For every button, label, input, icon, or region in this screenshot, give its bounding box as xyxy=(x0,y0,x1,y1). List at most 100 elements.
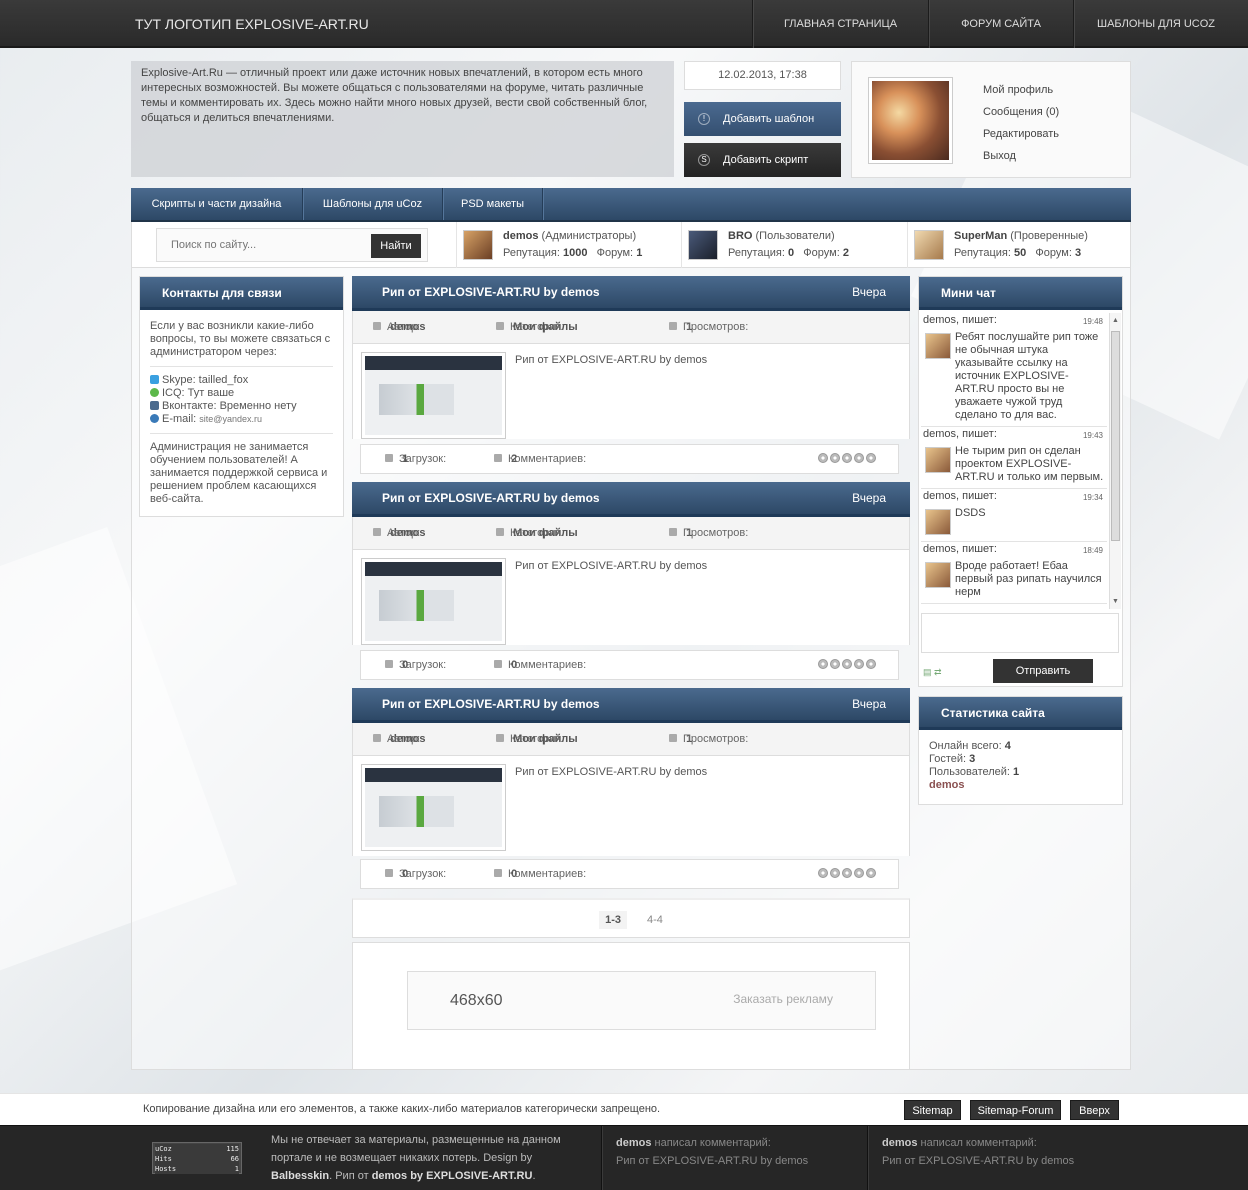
chat-author[interactable]: demos, пишет: xyxy=(921,542,1107,556)
nav-psd[interactable]: PSD макеты xyxy=(443,188,543,220)
top-nav: ГЛАВНАЯ СТРАНИЦА ФОРУМ САЙТА ШАБЛОНЫ ДЛЯ… xyxy=(752,0,1248,48)
nav-ucoz-templates[interactable]: Шаблоны для uCoz xyxy=(303,188,443,220)
chat-message: demos, пишет: 18:49 Вроде работает! Ебаа… xyxy=(921,542,1107,604)
chat-time: 19:43 xyxy=(1082,431,1103,440)
views-label: Просмотров: xyxy=(683,527,749,539)
post-thumbnail[interactable] xyxy=(361,352,506,439)
copyright-text: Копирование дизайна или его элементов, а… xyxy=(143,1103,661,1115)
footer-disclaimer: Мы не отвечает за материалы, размещенные… xyxy=(271,1131,591,1185)
ad-size: 468x60 xyxy=(450,992,503,1009)
designer-link[interactable]: Balbesskin xyxy=(271,1170,329,1182)
back-to-top-button[interactable]: Вверх xyxy=(1070,1100,1119,1120)
messages-link[interactable]: Сообщения (0) xyxy=(983,101,1059,123)
top-nav-forum[interactable]: ФОРУМ САЙТА xyxy=(928,0,1073,48)
chat-message: demos, пишет: 19:34 DSDS xyxy=(921,489,1107,542)
email-link[interactable]: site@yandex.ru xyxy=(199,414,262,424)
download-icon xyxy=(385,660,393,668)
scroll-down-icon[interactable]: ▼ xyxy=(1112,598,1119,605)
post-title[interactable]: Рип от EXPLOSIVE-ART.RU by demos xyxy=(382,491,600,505)
site-logo[interactable]: ТУТ ЛОГОТИП EXPLOSIVE-ART.RU xyxy=(135,16,369,32)
ripper-link[interactable]: demos by EXPLOSIVE-ART.RU xyxy=(372,1170,533,1182)
page-next[interactable]: 4-4 xyxy=(647,914,663,926)
refresh-icon[interactable]: ⇄ xyxy=(934,667,942,677)
order-ad-link[interactable]: Заказать рекламу xyxy=(733,992,833,1006)
rating-stars[interactable] xyxy=(818,453,876,463)
chat-text: Не тырим рип он сделан проектом EXPLOSIV… xyxy=(955,445,1104,483)
comments-label[interactable]: Комментариев: xyxy=(508,445,586,473)
chat-author[interactable]: demos, пишет: xyxy=(921,489,1107,503)
chat-scrollbar[interactable]: ▲ ▼ xyxy=(1109,313,1121,609)
chat-messages[interactable]: demos, пишет: 19:48 Ребят послушайте рип… xyxy=(921,313,1107,609)
comment-author[interactable]: demos xyxy=(882,1137,917,1149)
avatar[interactable] xyxy=(688,230,718,260)
comment-text[interactable]: Рип от EXPLOSIVE-ART.RU by demos xyxy=(882,1152,1248,1170)
user-reputation: 1000 xyxy=(562,247,588,259)
user-name[interactable]: demos xyxy=(503,230,538,242)
document-icon[interactable]: ▤ xyxy=(923,667,932,677)
chat-author[interactable]: demos, пишет: xyxy=(921,313,1107,327)
counter-value: 66 xyxy=(230,1155,239,1163)
chat-time: 19:48 xyxy=(1082,317,1103,326)
rating-stars[interactable] xyxy=(818,659,876,669)
ad-banner[interactable]: 468x60 Заказать рекламу xyxy=(407,971,876,1030)
comments-label[interactable]: Комментариев: xyxy=(508,860,586,888)
logout-link[interactable]: Выход xyxy=(983,145,1059,167)
post-thumbnail[interactable] xyxy=(361,764,506,851)
guests-count: 3 xyxy=(969,753,976,765)
rating-stars[interactable] xyxy=(818,868,876,878)
user-forum: 3 xyxy=(1074,247,1082,259)
site-description: Explosive-Art.Ru — отличный проект или д… xyxy=(131,61,674,177)
category-label: Категория: xyxy=(510,733,565,745)
user-name[interactable]: SuperMan xyxy=(954,230,1007,242)
skype-contact: Skype: tailled_fox xyxy=(162,374,249,386)
chat-input[interactable] xyxy=(921,613,1119,653)
mini-chat: Мини чат demos, пишет: 19:48 Ребят послу… xyxy=(918,276,1123,687)
user-name[interactable]: BRO xyxy=(728,230,752,242)
post-date: Вчера xyxy=(852,285,886,299)
my-profile-link[interactable]: Мой профиль xyxy=(983,79,1059,101)
category-icon xyxy=(496,322,504,330)
online-label: Онлайн всего: xyxy=(929,740,1002,752)
edit-profile-link[interactable]: Редактировать xyxy=(983,123,1059,145)
search-input[interactable] xyxy=(157,229,367,261)
sitemap-button[interactable]: Sitemap xyxy=(904,1100,961,1120)
post-date: Вчера xyxy=(852,697,886,711)
add-script-button[interactable]: S Добавить скрипт xyxy=(684,143,841,177)
scroll-up-icon[interactable]: ▲ xyxy=(1112,317,1119,324)
post-title[interactable]: Рип от EXPLOSIVE-ART.RU by demos xyxy=(382,285,600,299)
post-text: Рип от EXPLOSIVE-ART.RU by demos xyxy=(515,354,708,366)
counter-label: Hosts xyxy=(155,1165,177,1173)
top-user: demos (Администраторы) Репутация: 1000 Ф… xyxy=(456,222,681,268)
author-label: Автор: xyxy=(387,321,421,333)
ucoz-counter[interactable]: uCoz 115 Hits 66 Hosts 1 xyxy=(152,1142,242,1174)
avatar[interactable] xyxy=(914,230,944,260)
chat-title: Мини чат xyxy=(919,277,1122,310)
post-thumbnail[interactable] xyxy=(361,558,506,645)
chat-author[interactable]: demos, пишет: xyxy=(921,427,1107,441)
chat-send-button[interactable]: Отправить xyxy=(993,659,1093,683)
stats-title: Статистика сайта xyxy=(919,697,1122,730)
users-label: Пользователей: xyxy=(929,766,1010,778)
sitemap-forum-button[interactable]: Sitemap-Forum xyxy=(970,1100,1061,1120)
comment-author[interactable]: demos xyxy=(616,1137,651,1149)
chat-time: 18:49 xyxy=(1082,546,1103,555)
guests-label: Гостей: xyxy=(929,753,967,765)
top-nav-templates[interactable]: ШАБЛОНЫ ДЛЯ UCOZ xyxy=(1073,0,1248,48)
download-icon xyxy=(385,869,393,877)
post-title[interactable]: Рип от EXPLOSIVE-ART.RU by demos xyxy=(382,697,600,711)
avatar xyxy=(925,509,951,535)
comment-text[interactable]: Рип от EXPLOSIVE-ART.RU by demos xyxy=(616,1152,867,1170)
counter-label: Hits xyxy=(155,1155,172,1163)
avatar[interactable] xyxy=(868,77,953,164)
views-icon xyxy=(669,734,677,742)
comments-label[interactable]: Комментариев: xyxy=(508,651,586,679)
nav-scripts[interactable]: Скрипты и части дизайна xyxy=(131,188,303,220)
add-template-button[interactable]: ! Добавить шаблон xyxy=(684,102,841,136)
online-user-link[interactable]: demos xyxy=(929,779,1112,792)
avatar[interactable] xyxy=(463,230,493,260)
search-button[interactable]: Найти xyxy=(371,234,421,258)
top-nav-home[interactable]: ГЛАВНАЯ СТРАНИЦА xyxy=(752,0,928,48)
scroll-thumb[interactable] xyxy=(1111,331,1120,541)
comments-icon xyxy=(494,869,502,877)
views-icon xyxy=(669,528,677,536)
